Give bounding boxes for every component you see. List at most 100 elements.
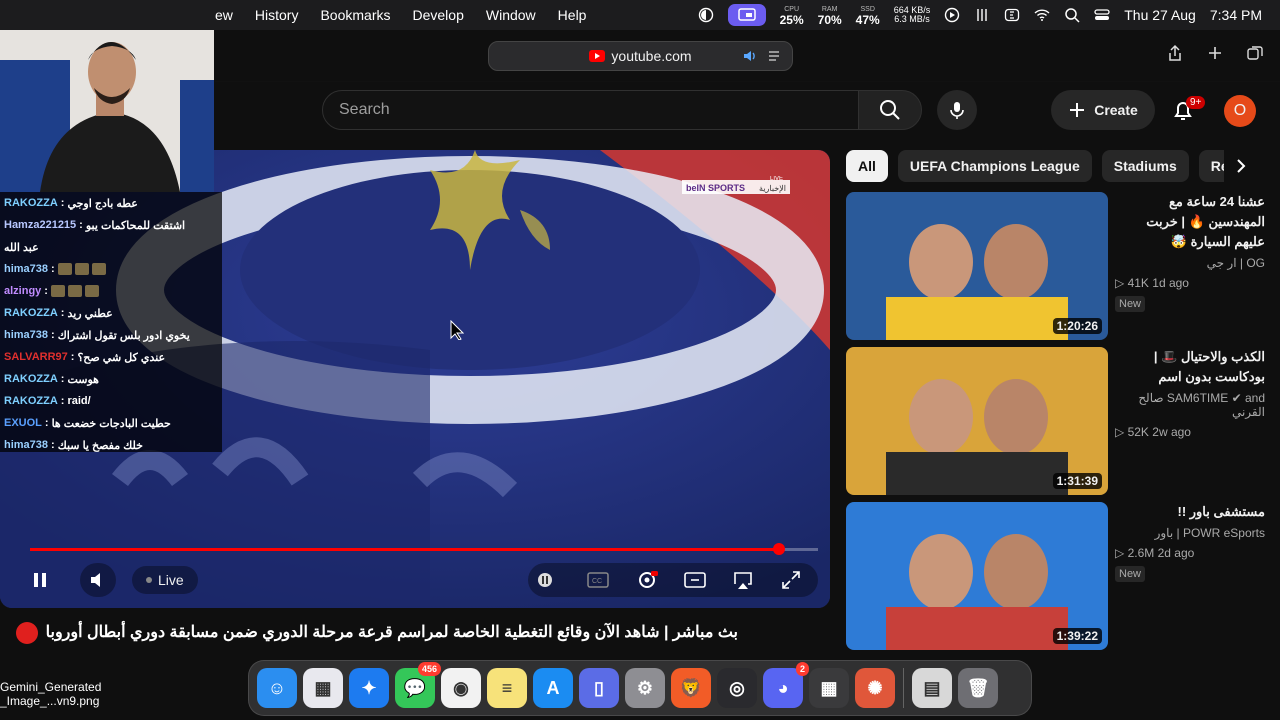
search-input[interactable]: Search (322, 90, 859, 130)
chip-stadiums[interactable]: Stadiums (1101, 150, 1189, 182)
recommended-video[interactable]: 1:39:22 مستشفى باور !! POWR eSports | باور… (846, 502, 1266, 650)
chat-separator: : (51, 329, 55, 341)
dock-launchpad-icon[interactable]: ▦ (303, 668, 343, 708)
dock-preview-icon[interactable]: ▤ (912, 668, 952, 708)
desktop-file-name-2: _Image_...vn9.png (0, 694, 100, 708)
focus-mode-icon[interactable] (698, 7, 714, 23)
wifi-icon[interactable] (1034, 7, 1050, 23)
airplay-button[interactable] (728, 563, 758, 597)
address-bar[interactable]: youtube.com (488, 41, 793, 71)
play-circle-icon[interactable] (944, 7, 960, 23)
controls-icon[interactable] (974, 7, 990, 23)
dock-app-store-icon[interactable]: A (533, 668, 573, 708)
progress-bar[interactable] (30, 543, 818, 555)
search-icon (880, 100, 900, 120)
network-stat[interactable]: 664 KB/s 6.3 MB/s (894, 6, 931, 24)
channel-name[interactable]: POWR eSports | باور (1115, 526, 1265, 540)
video-title[interactable]: عشنا 24 ساعة مع المهندسين 🔥 | خربت عليهم… (1115, 192, 1265, 252)
dock-files-icon[interactable]: ▯ (579, 668, 619, 708)
ssd-value: 47% (855, 13, 880, 27)
chat-username[interactable]: hima738 (4, 263, 48, 275)
share-icon[interactable] (1164, 42, 1186, 64)
screen: { "menubar": { "menus": ["ew", "History"… (0, 0, 1280, 720)
tab-overview-icon[interactable] (1244, 42, 1266, 64)
account-avatar[interactable]: O (1224, 95, 1256, 127)
dock-discord-icon[interactable]: ◕ 2 (763, 662, 809, 708)
scrubber-handle[interactable] (772, 543, 785, 555)
live-label: Live (158, 572, 184, 588)
settings-button[interactable] (632, 563, 662, 597)
reader-icon[interactable] (766, 48, 782, 64)
dock-notes-icon[interactable]: ≡ (487, 668, 527, 708)
speaker-icon[interactable] (742, 48, 758, 64)
autoplay-toggle[interactable] (530, 563, 560, 597)
player-controls-right (528, 563, 818, 597)
recommended-video[interactable]: 1:20:26 عشنا 24 ساعة مع المهندسين 🔥 | خرب… (846, 192, 1266, 340)
microphone-icon (950, 102, 964, 119)
new-tab-icon[interactable] (1204, 42, 1226, 64)
theater-mode-button[interactable] (680, 563, 710, 597)
video-thumbnail[interactable]: 1:39:22 (846, 502, 1108, 650)
dock-trash-icon[interactable]: 🗑 (958, 668, 998, 708)
chip-all[interactable]: All (846, 150, 888, 182)
recommended-video[interactable]: 1:31:39 الكذب والاحتيال 🎩 | بودكاست بدون … (846, 347, 1266, 495)
create-button[interactable]: Create (1051, 90, 1155, 130)
screen-mirroring-icon[interactable] (727, 4, 766, 26)
fullscreen-button[interactable] (776, 563, 806, 597)
dock: ☺ ▦ ✦ 💬 456 ◉ ≡ A ▯ ⚙ 🦁 ◎ ◕ 2 ▦ ✺ ▤ 🗑 (248, 660, 1032, 716)
dock-settings-icon[interactable]: ⚙ (625, 668, 665, 708)
chat-username[interactable]: RAKOZZA (4, 197, 58, 209)
chat-username[interactable]: RAKOZZA (4, 373, 58, 385)
channel-name[interactable]: OG | ار جي (1115, 256, 1265, 270)
chat-username[interactable]: hima738 (4, 329, 48, 341)
clock-time[interactable]: 7:34 PM (1210, 7, 1262, 23)
live-tag-text: LIVE (770, 176, 783, 182)
captions-button[interactable]: CC (583, 563, 613, 597)
desktop-file-name-1: Gemini_Generated (0, 680, 102, 694)
chat-username[interactable]: alzingy (4, 285, 41, 297)
live-indicator[interactable]: Live (132, 566, 198, 594)
chip-uefa-champions-league[interactable]: UEFA Champions League (897, 150, 1092, 182)
menu-item[interactable]: ew (215, 7, 233, 23)
menu-item[interactable]: Develop (413, 7, 464, 23)
control-center-icon[interactable] (1094, 7, 1110, 23)
theater-icon (684, 572, 706, 588)
chat-username[interactable]: EXUOL (4, 417, 42, 429)
pause-button[interactable] (22, 563, 58, 597)
voice-search-button[interactable] (937, 90, 977, 130)
chat-username[interactable]: RAKOZZA (4, 307, 58, 319)
desktop-file[interactable]: Gemini_Generated _Image_...vn9.png (0, 680, 140, 708)
dock-finder-icon[interactable]: ☺ (257, 668, 297, 708)
clock-date[interactable]: Thu 27 Aug (1124, 7, 1196, 23)
dock-safari-icon[interactable]: ✦ (349, 668, 389, 708)
video-title[interactable]: مستشفى باور !! (1115, 502, 1265, 522)
spotlight-search-icon[interactable] (1064, 7, 1080, 23)
ssd-stat[interactable]: SSD 47% (855, 5, 880, 27)
video-thumbnail[interactable]: 1:20:26 (846, 192, 1108, 340)
menu-item[interactable]: Bookmarks (320, 7, 390, 23)
volume-button[interactable] (80, 563, 116, 597)
chat-username[interactable]: RAKOZZA (4, 395, 58, 407)
chips-next-button[interactable] (1224, 150, 1258, 182)
currency-icon[interactable] (1004, 7, 1020, 23)
chat-username[interactable]: SALVARR97 (4, 351, 68, 363)
video-thumbnail[interactable]: 1:31:39 (846, 347, 1108, 495)
menu-item[interactable]: Help (558, 7, 587, 23)
menu-item[interactable]: History (255, 7, 299, 23)
dock-claude-icon[interactable]: ✺ (855, 668, 895, 708)
channel-name[interactable]: SAM6TIME ✔ and صالح القرني (1115, 391, 1265, 419)
dock-calculator-icon[interactable]: ▦ (809, 668, 849, 708)
dock-brave-icon[interactable]: 🦁 (671, 668, 711, 708)
dock-chrome-icon[interactable]: ◉ (441, 668, 481, 708)
cpu-stat[interactable]: CPU 25% (780, 5, 804, 26)
chat-emote-icon (57, 263, 72, 275)
ram-stat[interactable]: RAM 70% (818, 5, 842, 26)
menu-item[interactable]: Window (486, 7, 536, 23)
video-title[interactable]: الكذب والاحتيال 🎩 | بودكاست بدون اسم (1115, 347, 1265, 387)
dock-obs-icon[interactable]: ◎ (717, 668, 757, 708)
dock-messages-icon[interactable]: 💬 456 (395, 662, 441, 708)
search-button[interactable] (858, 90, 922, 130)
volume-icon (91, 573, 100, 587)
chat-username[interactable]: hima738 (4, 439, 48, 451)
chat-username[interactable]: Hamza221215 (4, 219, 76, 231)
